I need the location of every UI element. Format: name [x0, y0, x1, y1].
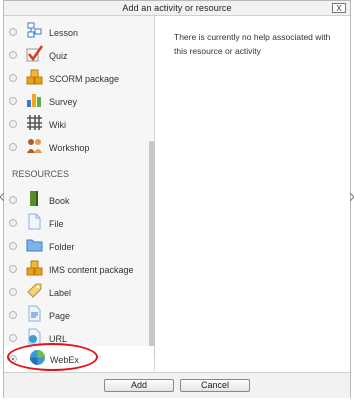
cancel-button[interactable]: Cancel — [180, 379, 250, 392]
radio-workshop[interactable] — [9, 143, 17, 151]
module-option-workshop[interactable]: Workshop — [4, 136, 149, 158]
dialog-footer: Add Cancel — [4, 372, 350, 398]
module-label: File — [49, 219, 64, 229]
module-option-scorm[interactable]: SCORM package — [4, 67, 149, 89]
quiz-icon — [26, 45, 43, 62]
module-label: SCORM package — [49, 74, 120, 84]
radio-folder[interactable] — [9, 242, 17, 250]
book-icon — [30, 191, 38, 206]
help-text: There is currently no help associated wi… — [174, 32, 331, 56]
list-scrollbar[interactable] — [149, 141, 155, 358]
scorm-icon — [26, 69, 43, 85]
radio-quiz[interactable] — [9, 51, 17, 59]
close-button[interactable]: X — [332, 3, 346, 13]
right-edge-arrow — [350, 193, 354, 201]
module-label: Workshop — [49, 143, 90, 153]
module-option-quiz[interactable]: Quiz — [4, 44, 149, 66]
radio-wiki[interactable] — [9, 120, 17, 128]
module-list: Lesson Quiz SCORM package Survey Wiki Wo… — [4, 16, 155, 371]
radio-url[interactable] — [9, 334, 17, 342]
module-label: Label — [49, 288, 72, 298]
dialog-titlebar: Add an activity or resource X — [4, 1, 350, 16]
radio-file[interactable] — [9, 219, 17, 227]
dialog-title: Add an activity or resource — [122, 3, 232, 13]
highlight-ellipse — [7, 343, 98, 371]
radio-ims[interactable] — [9, 265, 17, 273]
module-label: Folder — [49, 242, 75, 252]
add-button[interactable]: Add — [104, 379, 174, 392]
module-option-book[interactable]: Book — [4, 189, 149, 211]
left-edge-arrow — [0, 193, 4, 201]
module-option-file[interactable]: File — [4, 212, 149, 234]
radio-scorm[interactable] — [9, 74, 17, 82]
module-label: Lesson — [49, 28, 79, 38]
ims-icon — [26, 260, 43, 276]
file-icon — [28, 213, 41, 230]
module-option-label[interactable]: Label — [4, 281, 149, 303]
module-option-wiki[interactable]: Wiki — [4, 113, 149, 135]
page-icon — [28, 305, 41, 322]
module-label: Quiz — [49, 51, 68, 61]
module-option-ims[interactable]: IMS content package — [4, 258, 149, 280]
module-option-lesson[interactable]: Lesson — [4, 21, 149, 43]
wiki-icon — [27, 115, 42, 130]
module-label: Survey — [49, 97, 78, 107]
radio-survey[interactable] — [9, 97, 17, 105]
module-option-page[interactable]: Page — [4, 304, 149, 326]
survey-icon — [27, 94, 41, 107]
module-label: IMS content package — [49, 265, 134, 275]
radio-label[interactable] — [9, 288, 17, 296]
module-label: Book — [49, 196, 70, 206]
radio-book[interactable] — [9, 196, 17, 204]
module-label: Page — [49, 311, 71, 321]
workshop-icon — [27, 139, 42, 153]
lesson-icon — [27, 22, 42, 38]
radio-page[interactable] — [9, 311, 17, 319]
radio-lesson[interactable] — [9, 28, 17, 36]
module-label: Wiki — [49, 120, 66, 130]
module-option-survey[interactable]: Survey — [4, 90, 149, 112]
label-icon — [27, 283, 42, 298]
resources-heading: RESOURCES — [12, 169, 70, 179]
module-option-folder[interactable]: Folder — [4, 235, 149, 257]
add-activity-dialog: Add an activity or resource X Lesson Qui… — [3, 0, 351, 398]
folder-icon — [26, 239, 43, 252]
